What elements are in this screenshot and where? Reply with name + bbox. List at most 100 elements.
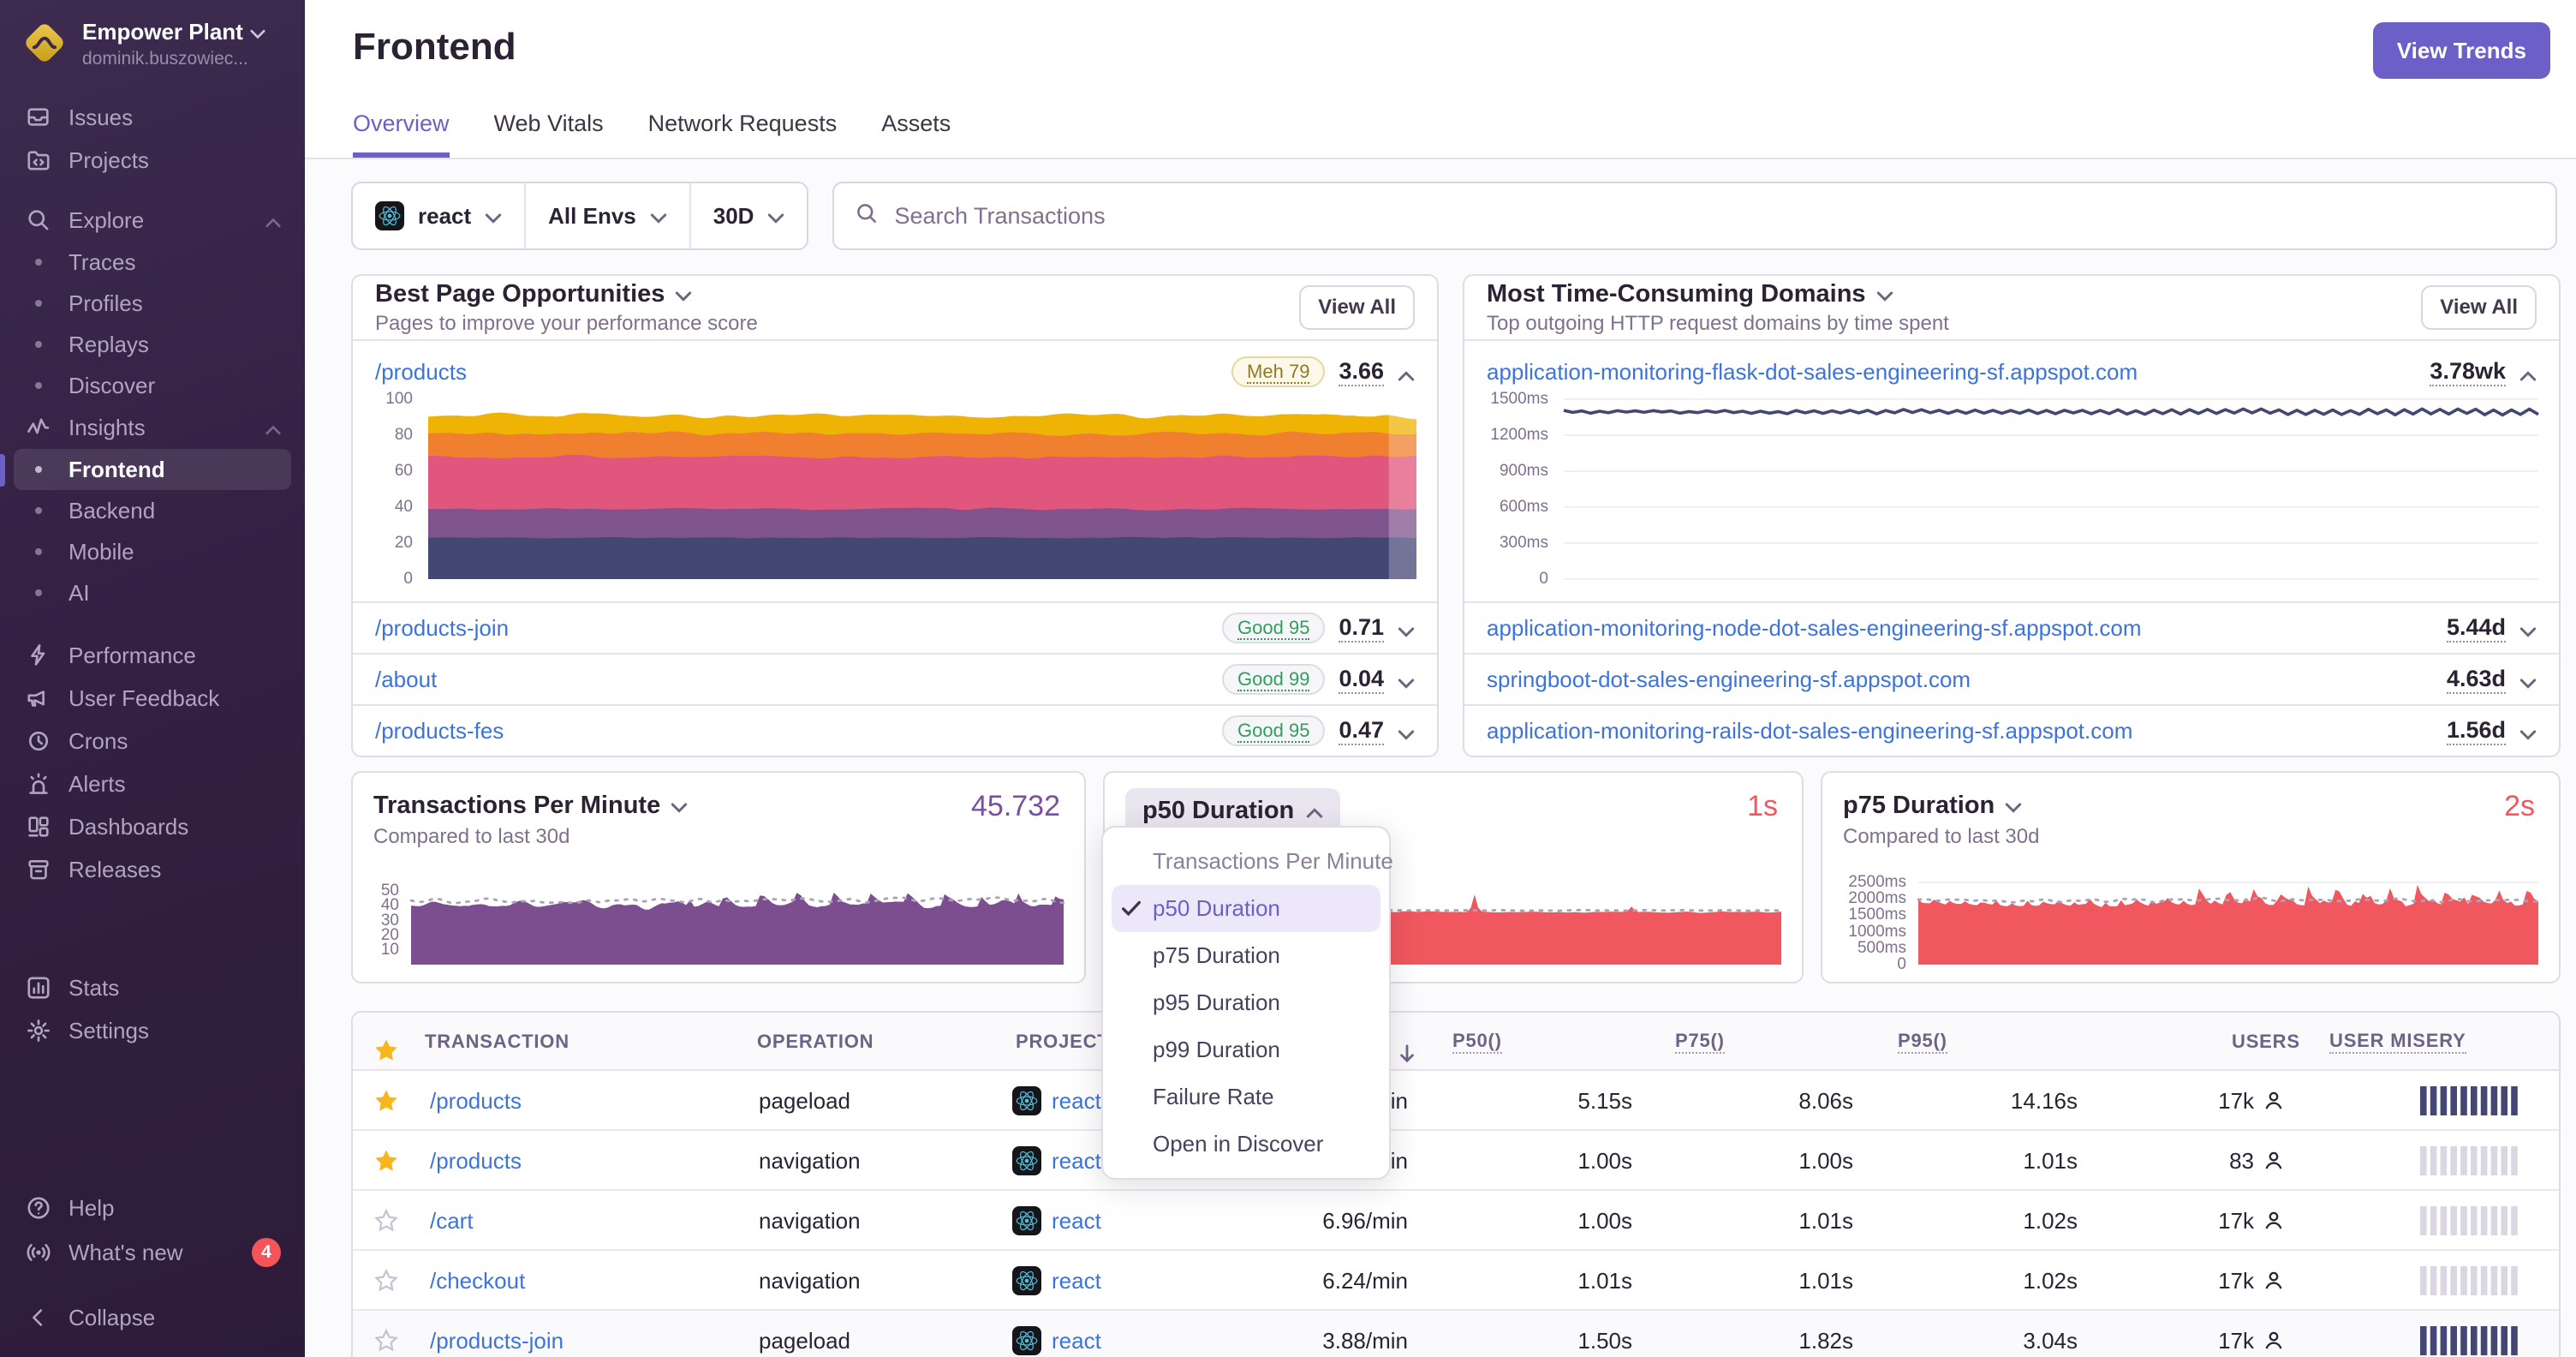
metric-title[interactable]: Transactions Per Minute (373, 792, 660, 820)
sidebar-item-insights[interactable]: Insights (14, 406, 291, 449)
transaction-link[interactable]: /products (375, 359, 467, 386)
table-row[interactable]: /cart navigation react 6.96/min 1.00s 1.… (353, 1191, 2559, 1251)
org-switcher[interactable]: Empower Plant dominik.buszowiec... (0, 0, 305, 84)
page-opportunity-row[interactable]: /products-join Good 95 0.71 (353, 601, 1437, 653)
column-transaction[interactable]: TRANSACTION (425, 1013, 569, 1071)
tab-assets[interactable]: Assets (881, 111, 951, 158)
sidebar-item-replays[interactable]: Replays (14, 324, 291, 365)
menu-item-p75-duration[interactable]: p75 Duration (1103, 932, 1389, 979)
domain-row[interactable]: application-monitoring-rails-dot-sales-e… (1464, 704, 2559, 756)
menu-item-p50-duration[interactable]: p50 Duration (1112, 885, 1380, 932)
domain-link[interactable]: application-monitoring-flask-dot-sales-e… (1487, 359, 2138, 386)
tab-overview[interactable]: Overview (353, 111, 450, 158)
date-range-filter[interactable]: 30D (689, 183, 808, 248)
sidebar-item-user-feedback[interactable]: User Feedback (14, 677, 291, 720)
transaction-link[interactable]: /checkout (430, 1251, 525, 1311)
view-trends-button[interactable]: View Trends (2372, 22, 2550, 79)
chevron-down-icon[interactable] (1398, 715, 1415, 747)
sidebar-item-what-s-new[interactable]: What's new 4 (14, 1230, 291, 1275)
menu-item-p95-duration[interactable]: p95 Duration (1103, 979, 1389, 1026)
star-empty-icon[interactable] (373, 1251, 399, 1311)
sidebar-item-dashboards[interactable]: Dashboards (14, 805, 291, 848)
sidebar-item-releases[interactable]: Releases (14, 848, 291, 891)
row-link[interactable]: /about (375, 667, 437, 693)
menu-item-open-in-discover[interactable]: Open in Discover (1103, 1121, 1389, 1168)
chevron-up-icon[interactable] (1398, 356, 1415, 388)
sidebar-item-issues[interactable]: Issues (14, 96, 291, 139)
sidebar-item-discover[interactable]: Discover (14, 365, 291, 406)
page-opportunity-row[interactable]: /about Good 99 0.04 (353, 653, 1437, 704)
sidebar-item-stats[interactable]: Stats (14, 966, 291, 1009)
sidebar-item-mobile[interactable]: Mobile (14, 531, 291, 572)
sidebar-item-settings[interactable]: Settings (14, 1009, 291, 1052)
column-user-misery[interactable]: USER MISERY (2329, 1030, 2466, 1054)
expanded-domain-row[interactable]: application-monitoring-flask-dot-sales-e… (1464, 350, 2559, 394)
star-empty-icon[interactable] (373, 1311, 399, 1357)
domain-row[interactable]: springboot-dot-sales-engineering-sf.apps… (1464, 653, 2559, 704)
panel-title[interactable]: Best Page Opportunities (375, 280, 665, 308)
sidebar-item-profiles[interactable]: Profiles (14, 283, 291, 324)
metric-title[interactable]: p75 Duration (1843, 792, 1995, 820)
column-project[interactable]: PROJECT (1016, 1013, 1110, 1071)
project-filter[interactable]: react (353, 183, 524, 248)
sidebar-item-collapse[interactable]: Collapse (14, 1295, 291, 1340)
star-filled-icon[interactable] (373, 1071, 399, 1131)
sidebar-item-explore[interactable]: Explore (14, 199, 291, 242)
row-link[interactable]: /products-join (375, 615, 509, 642)
table-row[interactable]: /checkout navigation react 6.24/min 1.01… (353, 1251, 2559, 1311)
menu-item-transactions-per-minute[interactable]: Transactions Per Minute (1103, 838, 1393, 885)
sidebar-item-projects[interactable]: Projects (14, 139, 291, 182)
sidebar-item-traces[interactable]: Traces (14, 242, 291, 283)
view-all-button[interactable]: View All (2421, 285, 2537, 330)
sidebar-item-alerts[interactable]: Alerts (14, 762, 291, 805)
chevron-down-icon[interactable] (2519, 664, 2537, 696)
transaction-link[interactable]: /cart (430, 1191, 474, 1251)
sidebar-item-backend[interactable]: Backend (14, 490, 291, 531)
column-operation[interactable]: OPERATION (757, 1013, 874, 1071)
sidebar-item-frontend[interactable]: Frontend (14, 449, 291, 490)
table-row[interactable]: /products-join pageload react 3.88/min 1… (353, 1311, 2559, 1357)
users-cell: 17k (2096, 1311, 2285, 1357)
chevron-down-icon[interactable] (2519, 613, 2537, 644)
sidebar-item-performance[interactable]: Performance (14, 634, 291, 677)
panel-title[interactable]: Most Time-Consuming Domains (1487, 280, 1866, 308)
row-value: 0.47 (1339, 716, 1384, 746)
project-cell[interactable]: react (1012, 1311, 1101, 1357)
column-p75[interactable]: P75() (1675, 1030, 1725, 1054)
sidebar-item-crons[interactable]: Crons (14, 720, 291, 762)
chevron-down-icon[interactable] (1398, 613, 1415, 644)
chevron-down-icon[interactable] (1398, 664, 1415, 696)
search-input[interactable] (894, 202, 2535, 230)
star-empty-icon[interactable] (373, 1191, 399, 1251)
transaction-link[interactable]: /products-join (430, 1311, 564, 1357)
table-row[interactable]: /products navigation react /min 1.00s 1.… (353, 1131, 2559, 1191)
menu-item-p99-duration[interactable]: p99 Duration (1103, 1026, 1389, 1073)
row-link[interactable]: application-monitoring-rails-dot-sales-e… (1487, 718, 2132, 744)
row-link[interactable]: /products-fes (375, 718, 504, 744)
menu-item-failure-rate[interactable]: Failure Rate (1103, 1073, 1389, 1121)
project-cell[interactable]: react (1012, 1071, 1101, 1131)
expanded-page-row[interactable]: /products Meh 79 3.66 (353, 350, 1437, 394)
chevron-down-icon[interactable] (2519, 715, 2537, 747)
domain-row[interactable]: application-monitoring-node-dot-sales-en… (1464, 601, 2559, 653)
page-opportunity-row[interactable]: /products-fes Good 95 0.47 (353, 704, 1437, 756)
environment-filter[interactable]: All Envs (524, 183, 689, 248)
sidebar-item-help[interactable]: Help (14, 1186, 291, 1230)
column-users[interactable]: USERS (2232, 1013, 2300, 1071)
table-row[interactable]: /products pageload react /min 5.15s 8.06… (353, 1071, 2559, 1131)
tab-web-vitals[interactable]: Web Vitals (494, 111, 604, 158)
chevron-up-icon[interactable] (2519, 356, 2537, 388)
column-p95[interactable]: P95() (1898, 1030, 1947, 1054)
transaction-link[interactable]: /products (430, 1131, 522, 1191)
project-cell[interactable]: react (1012, 1251, 1101, 1311)
sidebar-item-ai[interactable]: AI (14, 572, 291, 613)
project-cell[interactable]: react (1012, 1191, 1101, 1251)
view-all-button[interactable]: View All (1299, 285, 1415, 330)
transaction-link[interactable]: /products (430, 1071, 522, 1131)
tab-network-requests[interactable]: Network Requests (648, 111, 838, 158)
row-link[interactable]: springboot-dot-sales-engineering-sf.apps… (1487, 667, 1971, 693)
project-cell[interactable]: react (1012, 1131, 1101, 1191)
star-filled-icon[interactable] (373, 1131, 399, 1191)
row-link[interactable]: application-monitoring-node-dot-sales-en… (1487, 615, 2142, 642)
column-p50[interactable]: P50() (1452, 1030, 1502, 1054)
